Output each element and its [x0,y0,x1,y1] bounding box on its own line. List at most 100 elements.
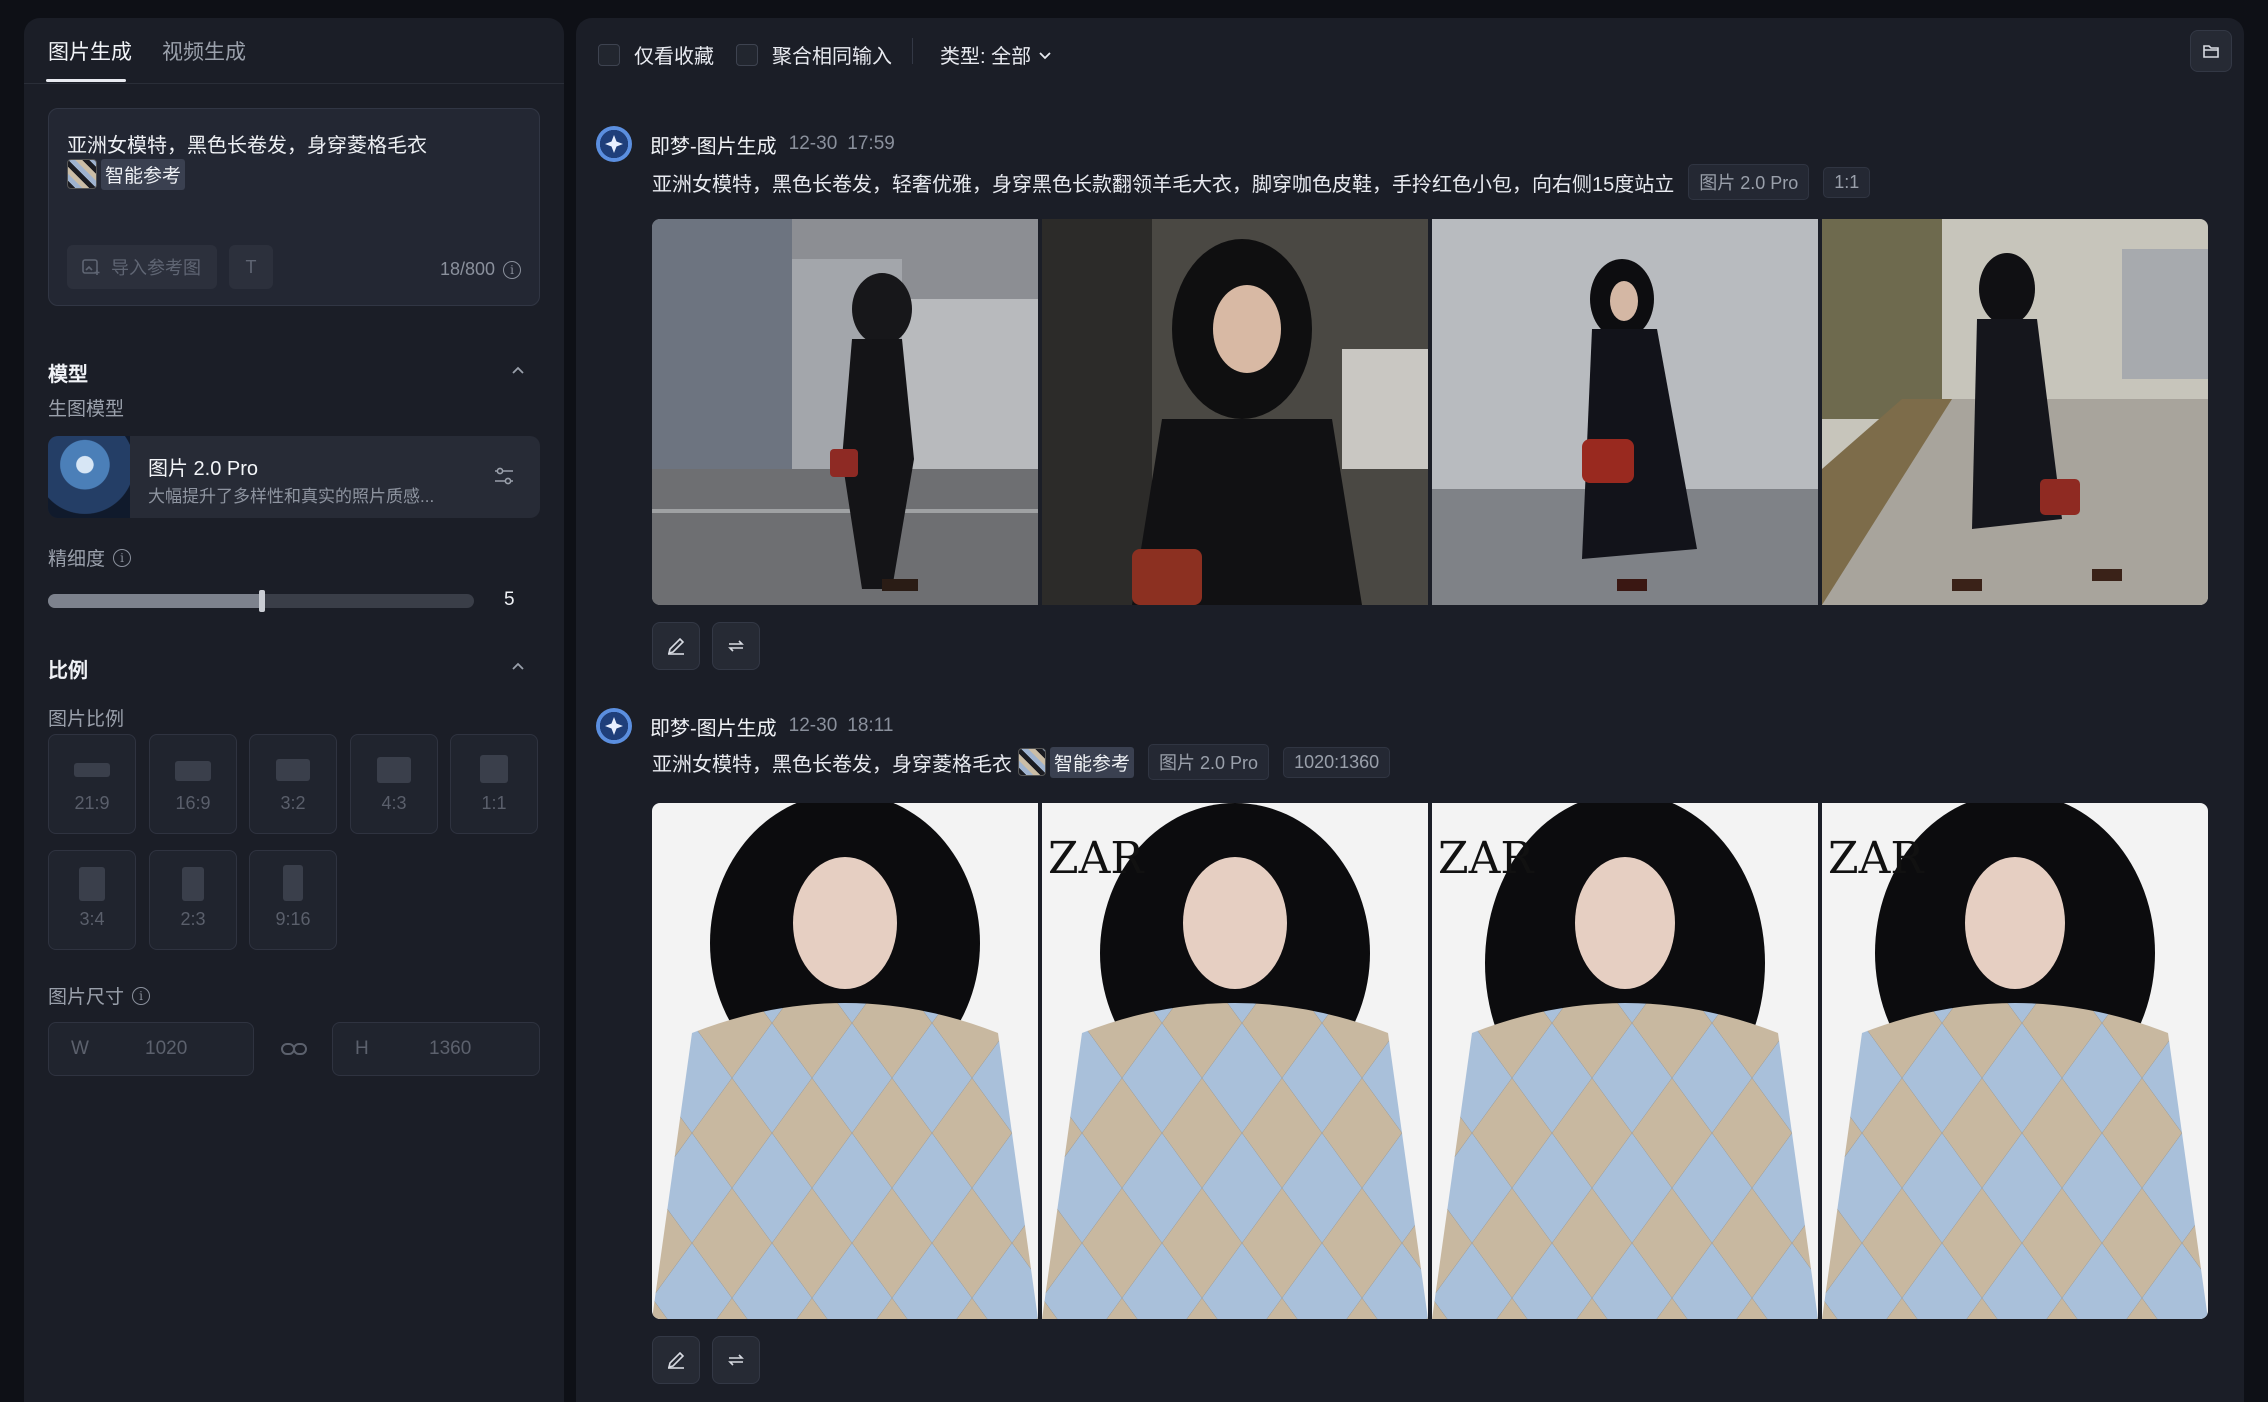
checkbox-box[interactable] [598,43,620,66]
generation-date: 12-30 [788,133,838,154]
detail-value: 5 [504,589,515,610]
slider-handle[interactable] [259,590,265,612]
settings-sliders-icon[interactable] [492,464,516,488]
import-reference-label: 导入参考图 [111,258,201,278]
char-count: 18/800 [439,259,495,279]
ratio-option-9-16[interactable]: 9:16 [249,850,337,950]
generation-title: 即梦-图片生成 [650,135,777,158]
edit-button[interactable] [652,1336,700,1384]
gen-model-label: 生图模型 [48,399,125,420]
prompt-text[interactable]: 亚洲女模特，黑色长卷发，身穿菱格毛衣 [67,129,427,158]
pencil-icon [667,637,685,655]
result-image[interactable]: ZAR [1822,803,2208,1319]
ratio-label: 4:3 [381,793,407,813]
ratio-option-3-2[interactable]: 3:2 [249,734,337,834]
generation-date: 12-30 [788,715,838,736]
char-counter: 18/800 i [440,259,521,280]
ratio-shape [377,757,411,783]
width-value[interactable]: 1020 [145,1038,187,1060]
result-image[interactable] [1042,219,1428,605]
model-tag: 图片 2.0 Pro [1148,744,1270,780]
edit-button[interactable] [652,622,700,670]
generation-title: 即梦-图片生成 [650,717,777,740]
folder-button[interactable] [2190,30,2232,72]
result-image[interactable] [652,803,1038,1319]
chevron-up-icon[interactable] [510,363,526,379]
merge-inputs-checkbox[interactable]: 聚合相同输入 [736,40,892,69]
width-field[interactable]: W 1020 [48,1022,254,1076]
text-style-button[interactable]: T [229,245,273,289]
ratio-shape [182,867,204,901]
brand-watermark: ZAR [1048,833,1145,884]
height-value[interactable]: 1360 [429,1038,471,1060]
result-image[interactable]: ZAR [1042,803,1428,1319]
type-filter-dropdown[interactable]: 类型: 全部 [940,40,1053,69]
model-section-title: 模型 [48,364,88,386]
regenerate-button[interactable] [712,622,760,670]
info-icon[interactable]: i [113,548,132,567]
ratio-option-4-3[interactable]: 4:3 [350,734,438,834]
width-label: W [71,1038,89,1059]
ratio-option-3-4[interactable]: 3:4 [48,850,136,950]
detail-label: 精细度 [48,549,106,570]
jimeng-logo-icon [596,126,632,162]
link-icon[interactable] [280,1038,308,1060]
generation-header: 即梦-图片生成 12-30 18:11 [596,708,893,744]
regenerate-button[interactable] [712,1336,760,1384]
pencil-icon [667,1351,685,1369]
ratio-option-1-1[interactable]: 1:1 [450,734,538,834]
favorites-only-label: 仅看收藏 [634,46,714,68]
height-label: H [355,1038,369,1059]
generation-time: 18:11 [847,715,894,736]
ratio-label: 3:4 [79,909,105,929]
folder-icon [2203,45,2219,58]
ratio-label: 16:9 [175,793,211,813]
height-field[interactable]: H 1360 [332,1022,540,1076]
smart-reference-label[interactable]: 智能参考 [1050,746,1135,778]
repeat-icon [728,640,744,652]
ratio-shape [283,865,303,901]
ratio-option-21-9[interactable]: 21:9 [48,734,136,834]
tab-image-gen[interactable]: 图片生成 [48,36,132,66]
chevron-down-icon [1039,51,1051,59]
info-icon[interactable]: i [503,260,521,279]
generation-prompt-row: 亚洲女模特，黑色长卷发，身穿菱格毛衣 智能参考 图片 2.0 Pro 1020:… [652,744,1391,780]
text-icon: T [245,256,257,277]
ratio-shape [175,761,211,781]
ratio-option-2-3[interactable]: 2:3 [149,850,237,950]
ratio-tag: 1:1 [1823,166,1871,198]
checkbox-box[interactable] [736,43,758,66]
ratio-shape [276,759,310,781]
results-panel: 仅看收藏 聚合相同输入 类型: 全部 即梦-图片生成 12-30 17:59 亚… [576,18,2244,1402]
ratio-option-16-9[interactable]: 16:9 [149,734,237,834]
model-selector[interactable]: 图片 2.0 Pro 大幅提升了多样性和真实的照片质感... [48,436,540,518]
info-icon[interactable]: i [132,986,151,1005]
ratio-shape [79,867,105,901]
favorites-only-checkbox[interactable]: 仅看收藏 [598,40,714,69]
smart-reference-chip[interactable]: 智能参考 [67,158,186,190]
result-image[interactable] [1432,219,1818,605]
tab-video-gen[interactable]: 视频生成 [162,36,246,66]
generation-prompt[interactable]: 亚洲女模特，黑色长卷发，轻奢优雅，身穿黑色长款翻领羊毛大衣，脚穿咖色皮鞋，手拎红… [652,168,1674,197]
ratio-shape [480,755,508,783]
model-name: 图片 2.0 Pro [148,458,259,480]
import-reference-button[interactable]: 导入参考图 [67,245,217,289]
reference-thumbnail [1018,748,1046,776]
result-image[interactable] [1822,219,2208,605]
merge-inputs-label: 聚合相同输入 [772,46,892,68]
ratio-tag: 1020:1360 [1283,746,1391,778]
slider-fill [48,594,262,608]
result-image[interactable]: ZAR [1432,803,1818,1319]
generation-time: 17:59 [847,133,895,154]
chevron-up-icon[interactable] [510,659,526,675]
generation-prompt[interactable]: 亚洲女模特，黑色长卷发，身穿菱格毛衣 [652,748,1012,777]
detail-slider[interactable] [48,590,474,612]
ratio-label: 9:16 [275,909,311,929]
prompt-input[interactable]: 亚洲女模特，黑色长卷发，身穿菱格毛衣 智能参考 导入参考图 T 18/800 i [48,108,540,306]
image-ratio-label: 图片比例 [48,709,125,730]
generation-prompt-row: 亚洲女模特，黑色长卷发，轻奢优雅，身穿黑色长款翻领羊毛大衣，脚穿咖色皮鞋，手拎红… [652,164,1871,200]
result-image[interactable] [652,219,1038,605]
model-thumbnail [48,436,130,518]
reference-thumbnail [67,159,97,189]
ratio-label: 21:9 [74,793,110,813]
